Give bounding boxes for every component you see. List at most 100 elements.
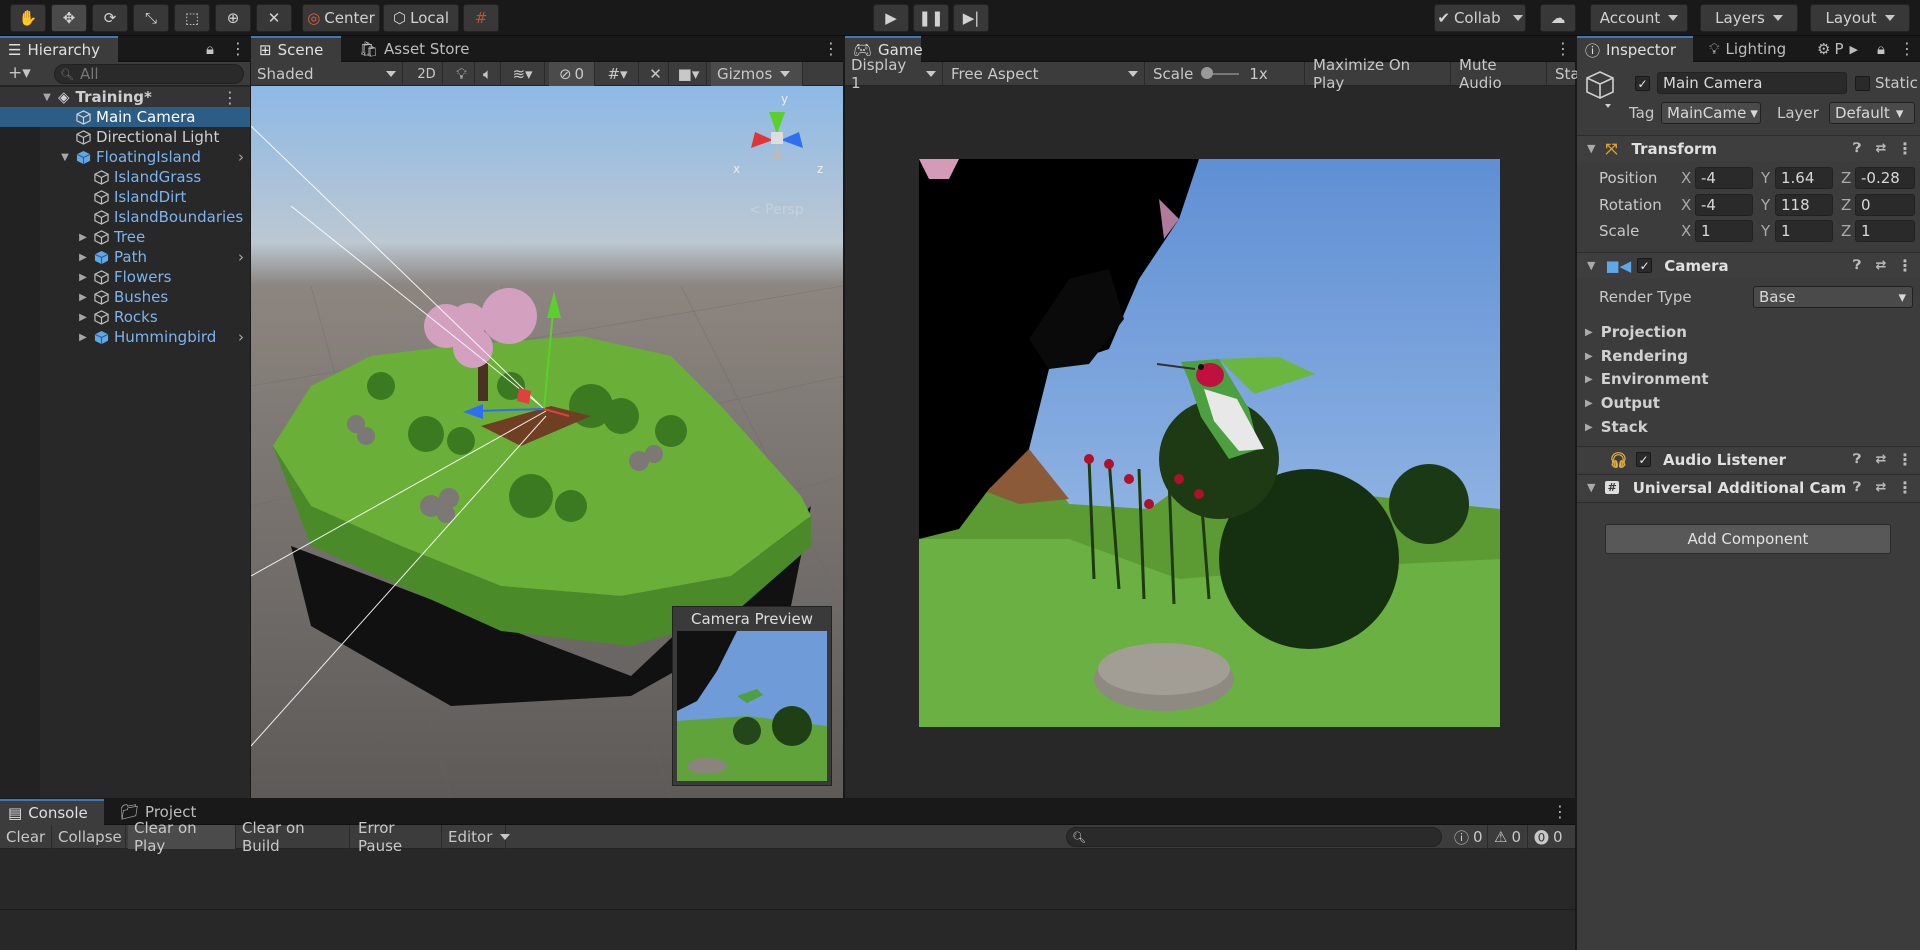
aspect-dropdown[interactable]: Free Aspect [945,62,1145,86]
clear-button[interactable]: Clear [0,825,52,849]
scale-slider[interactable]: Scale 1x [1147,62,1305,86]
expand-arrow-icon[interactable]: ▼ [42,92,52,103]
tab-asset-store[interactable]: 🛍︎ Asset Store [351,36,481,62]
hierarchy-item-path[interactable]: ▶ Path › [0,247,250,267]
component-menu-icon[interactable] [1897,452,1913,468]
chevron-right-icon[interactable]: ▶ [1850,43,1858,56]
scale-y-field[interactable]: 1 [1775,220,1833,242]
chevron-right-icon[interactable]: › [238,328,244,346]
preset-icon[interactable]: ⇄ [1873,452,1889,468]
scene-menu-icon[interactable] [823,39,839,58]
hierarchy-item-rocks[interactable]: ▶ Rocks [0,307,250,327]
console-menu-icon[interactable] [1552,802,1568,821]
collab-dropdown[interactable]: ✔ Collab [1434,4,1526,32]
static-label[interactable]: Static ▾ [1875,74,1920,92]
preset-icon[interactable]: ⇄ [1873,258,1889,274]
scale-z-field[interactable]: 1 [1855,220,1915,242]
static-checkbox[interactable] [1855,76,1870,91]
expand-arrow-icon[interactable]: ▶ [78,312,88,323]
rotation-x-label[interactable]: X [1681,196,1691,214]
pause-button[interactable]: ❚❚ [913,4,949,32]
effects-toggle[interactable]: ≋▾ [501,62,545,86]
tab-scene[interactable]: ⊞ Scene [251,36,341,62]
hierarchy-item-island-dirt[interactable]: IslandDirt [0,187,250,207]
transform-header[interactable]: ▼ ⤧ Transform ❓︎ ⇄ [1577,135,1920,161]
shading-mode-dropdown[interactable]: Shaded [251,62,403,86]
clear-on-play-toggle[interactable]: Clear on Play [128,819,236,855]
scene-viewport[interactable]: y x z < Persp Camera Preview [251,86,843,798]
collapse-arrow-icon[interactable]: ▼ [1587,481,1595,494]
component-menu-icon[interactable] [1897,141,1913,157]
position-x-label[interactable]: X [1681,169,1691,187]
hand-tool-button[interactable]: ✋ [10,4,46,32]
editor-dropdown[interactable]: Editor [444,825,506,849]
stack-foldout[interactable]: ▶ Stack [1577,416,1648,438]
add-object-button[interactable]: +▾ [8,63,31,83]
camera-header[interactable]: ▼ ■◀ ✓ Camera ❓︎ ⇄ [1577,252,1920,278]
lock-icon[interactable]: 🔒︎ [1877,40,1885,58]
gizmos-dropdown[interactable]: Gizmos [711,62,803,86]
pivot-center-button[interactable]: ◎ Center [302,4,380,32]
component-menu-icon[interactable] [1897,480,1913,496]
hierarchy-menu-icon[interactable] [230,39,246,58]
scale-y-label[interactable]: Y [1761,222,1770,240]
camera-enabled-checkbox[interactable]: ✓ [1637,258,1653,273]
audio-listener-header[interactable]: 🎧︎ ✓ Audio Listener ❓︎ ⇄ [1577,446,1920,472]
scale-x-label[interactable]: X [1681,222,1691,240]
component-menu-icon[interactable] [1897,258,1913,274]
universal-additional-camera-header[interactable]: ▼ # Universal Additional Cam ❓︎ ⇄ [1577,474,1920,500]
rotation-x-field[interactable]: -4 [1695,194,1753,216]
hierarchy-item-bushes[interactable]: ▶ Bushes [0,287,250,307]
tab-lighting[interactable]: 💡︎ Lighting [1701,36,1801,62]
orientation-gizmo[interactable] [737,98,817,178]
hierarchy-item-hummingbird[interactable]: ▶ Hummingbird › [0,327,250,347]
position-z-field[interactable]: -0.28 [1855,167,1915,189]
game-viewport[interactable] [919,159,1500,727]
position-z-label[interactable]: Z [1841,169,1851,187]
rotation-z-label[interactable]: Z [1841,196,1851,214]
hierarchy-item-island-grass[interactable]: IslandGrass [0,167,250,187]
tools-toggle[interactable]: ✕ [643,62,669,86]
scale-tool-button[interactable]: ⤡ [133,4,169,32]
cloud-button[interactable]: ☁ [1540,4,1576,32]
warning-count-toggle[interactable]: ⚠ 0 [1488,825,1528,849]
scene-menu-icon[interactable] [222,88,238,107]
audio-toggle[interactable]: 🔈︎ [475,62,501,86]
scale-z-label[interactable]: Z [1841,222,1851,240]
tab-hierarchy[interactable]: ☰ Hierarchy [0,36,118,62]
hierarchy-item-main-camera[interactable]: Main Camera [0,107,250,127]
collapse-arrow-icon[interactable]: ▼ [1587,142,1595,155]
display-dropdown[interactable]: Display 1 [845,56,943,92]
hierarchy-item-flowers[interactable]: ▶ Flowers [0,267,250,287]
rotation-y-field[interactable]: 118 [1775,194,1833,216]
mute-audio-toggle[interactable]: Mute Audio [1453,56,1547,92]
collapse-arrow-icon[interactable]: ▼ [1587,259,1595,272]
scale-slider-track[interactable] [1201,67,1240,79]
hierarchy-item-floating-island[interactable]: ▼ FloatingIsland › [0,147,250,167]
scale-x-field[interactable]: 1 [1695,220,1753,242]
rect-tool-button[interactable]: ⬚ [174,4,210,32]
rendering-foldout[interactable]: ▶ Rendering [1577,345,1688,367]
clear-on-build-toggle[interactable]: Clear on Build [236,819,350,855]
audio-listener-checkbox[interactable]: ✓ [1636,452,1652,467]
environment-foldout[interactable]: ▶ Environment [1577,368,1709,390]
expand-arrow-icon[interactable]: ▶ [78,252,88,263]
tab-console[interactable]: ▤ Console [0,799,104,825]
hidden-objects-toggle[interactable]: ⊘ 0 [549,62,595,86]
grid-toggle[interactable]: #▾ [597,62,639,86]
add-component-button[interactable]: Add Component [1605,524,1891,554]
camera-settings-dropdown[interactable]: ■▾ [671,62,707,86]
scene-row[interactable]: ▼ ◈ Training* [0,87,250,107]
pivot-local-button[interactable]: ⬡ Local [383,4,459,32]
hierarchy-search-input[interactable]: 🔍︎ All [54,64,244,84]
preset-icon[interactable]: ⇄ [1873,480,1889,496]
grid-snap-button[interactable]: # [463,4,499,32]
tag-dropdown[interactable]: MainCame ▾ [1661,102,1761,124]
layout-dropdown[interactable]: Layout [1810,4,1910,32]
help-icon[interactable]: ❓︎ [1849,452,1865,468]
custom-tool-button[interactable]: ✕ [256,4,292,32]
account-dropdown[interactable]: Account [1590,4,1688,32]
output-foldout[interactable]: ▶ Output [1577,392,1660,414]
expand-arrow-icon[interactable]: ▼ [60,152,70,163]
preset-icon[interactable]: ⇄ [1873,141,1889,157]
